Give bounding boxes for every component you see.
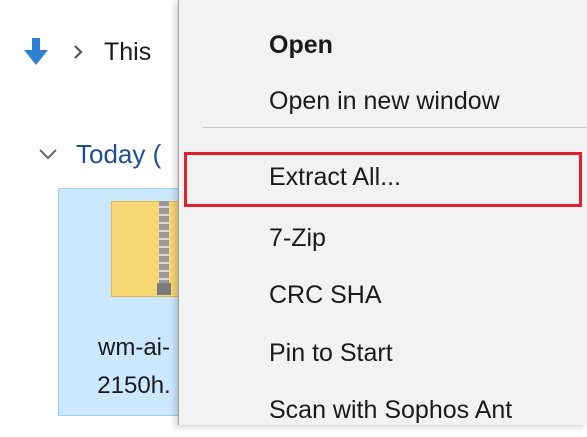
chevron-down-icon[interactable]: [38, 148, 58, 160]
menu-item-label: Scan with Sophos Ant: [269, 396, 513, 424]
group-header-today[interactable]: Today (: [38, 134, 161, 174]
menu-item-7-zip[interactable]: 7-Zip: [179, 211, 587, 265]
breadcrumb: This: [24, 32, 151, 72]
menu-item-crc-sha[interactable]: CRC SHA: [179, 268, 587, 322]
menu-item-label: Open in new window: [269, 87, 500, 115]
arrow-down-icon[interactable]: [24, 38, 48, 66]
menu-item-label: CRC SHA: [269, 281, 382, 309]
context-menu: Open Open in new window Extract All... 7…: [178, 0, 587, 425]
menu-item-label: Open: [269, 31, 333, 59]
breadcrumb-this-pc[interactable]: This: [104, 38, 151, 67]
menu-item-label: Pin to Start: [269, 339, 393, 367]
group-label: Today (: [76, 138, 162, 169]
menu-separator: [203, 127, 587, 128]
menu-item-label: Extract All...: [269, 163, 401, 191]
menu-item-label: 7-Zip: [269, 224, 326, 252]
menu-item-open[interactable]: Open: [179, 18, 587, 72]
menu-item-pin-to-start[interactable]: Pin to Start: [179, 326, 587, 380]
chevron-right-icon[interactable]: [72, 44, 84, 60]
menu-item-scan-with-sophos[interactable]: Scan with Sophos Ant: [179, 383, 587, 437]
menu-item-open-in-new-window[interactable]: Open in new window: [179, 74, 587, 128]
menu-item-extract-all[interactable]: Extract All...: [179, 150, 587, 207]
